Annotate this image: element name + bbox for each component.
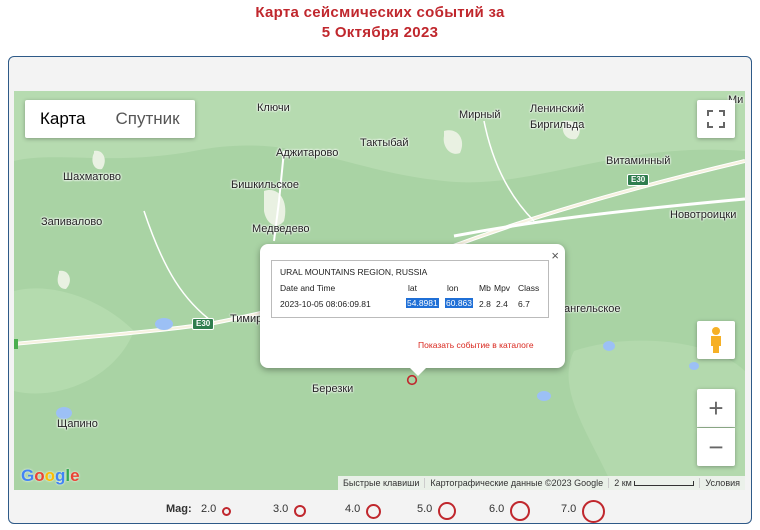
terms-link[interactable]: Условия: [699, 478, 745, 488]
zoom-in-button[interactable]: +: [697, 389, 735, 427]
event-mb: 2.8: [479, 299, 491, 309]
street-view-pegman-button[interactable]: [697, 321, 735, 359]
legend-value: 6.0: [489, 503, 505, 515]
place-label: Шахматово: [63, 171, 122, 183]
legend-circle: [438, 502, 456, 520]
legend-value: 7.0: [561, 503, 577, 515]
legend-value: 4.0: [345, 503, 361, 515]
map-type-control: Карта Спутник: [25, 100, 195, 138]
legend-value: 3.0: [273, 503, 289, 515]
legend-value: 2.0: [201, 503, 217, 515]
place-label: Запивалово: [41, 216, 103, 228]
place-label: Щапино: [57, 418, 98, 430]
event-mpv: 2.4: [496, 299, 508, 309]
header-class: Class: [518, 283, 540, 293]
header-lat: lat: [408, 283, 417, 293]
legend-circle: [582, 499, 605, 523]
place-label: Витаминный: [606, 155, 671, 167]
header-lon: lon: [447, 283, 459, 293]
legend-circle: [510, 501, 530, 521]
keyboard-shortcuts-link[interactable]: Быстрые клавиши: [338, 478, 424, 488]
event-lat: 54.8981: [406, 298, 439, 308]
scale-label: 2 км: [614, 478, 632, 488]
place-label: Ленинский: [530, 103, 585, 115]
place-label: Мирный: [459, 109, 501, 121]
event-lon: 60.863: [445, 298, 473, 308]
page-title-line-2: 5 Октября 2023: [321, 24, 439, 41]
header-mb: Mb: [479, 283, 491, 293]
legend-value: 5.0: [417, 503, 433, 515]
header-mpv: Mpv: [494, 283, 511, 293]
page-title-line-1: Карта сейсмических событий за: [255, 4, 505, 21]
zoom-out-button[interactable]: −: [697, 428, 735, 466]
fullscreen-icon: [707, 110, 725, 128]
map-type-satellite-button[interactable]: Спутник: [101, 100, 195, 138]
show-in-catalog-link[interactable]: Показать событие в каталоге: [418, 340, 534, 350]
place-label: Тактыбай: [360, 137, 409, 149]
legend-circle: [366, 503, 381, 519]
close-icon[interactable]: ×: [551, 248, 559, 263]
place-label: Березки: [312, 383, 354, 395]
road-shield-e30: E30: [627, 174, 650, 186]
event-datetime: 2023-10-05 08:06:09.81: [280, 299, 371, 309]
map-view[interactable]: Ключи Мирный Ленинский Биргильда Ми Аджи…: [14, 91, 745, 490]
pegman-icon: [711, 327, 721, 353]
scale-line: [634, 481, 695, 487]
place-label: Аджитарово: [276, 147, 339, 159]
event-marker[interactable]: [406, 374, 418, 386]
place-label: Тимир: [230, 313, 263, 325]
magnitude-legend: Mag: 2.0 3.0 4.0 5.0 6.0 7.0: [0, 499, 760, 523]
map-data-credit: Картографические данные ©2023 Google: [424, 478, 608, 488]
legend-label: Mag:: [166, 503, 192, 515]
event-info-window: × URAL MOUNTAINS REGION, RUSSIA Date and…: [260, 244, 565, 368]
map-type-map-button[interactable]: Карта: [25, 100, 101, 138]
event-region: URAL MOUNTAINS REGION, RUSSIA: [280, 267, 428, 277]
map-attribution-bar: Быстрые клавиши Картографические данные …: [338, 476, 745, 490]
place-label: ангельское: [564, 303, 621, 315]
google-logo: Google: [21, 466, 80, 485]
place-label: Бишкильское: [231, 179, 299, 191]
place-label: Новотроицки: [670, 209, 737, 221]
fullscreen-button[interactable]: [697, 100, 735, 138]
place-label: Медведево: [252, 223, 310, 235]
legend-circle: [222, 506, 231, 516]
legend-circle: [294, 505, 306, 517]
place-label: Биргильда: [530, 119, 585, 131]
event-class: 6.7: [518, 299, 530, 309]
event-details-box: URAL MOUNTAINS REGION, RUSSIA Date and T…: [271, 260, 549, 318]
scale-bar[interactable]: 2 км: [608, 478, 699, 488]
road-shield-e30: E30: [192, 318, 215, 330]
header-datetime: Date and Time: [280, 283, 336, 293]
place-label: Ключи: [257, 102, 290, 114]
